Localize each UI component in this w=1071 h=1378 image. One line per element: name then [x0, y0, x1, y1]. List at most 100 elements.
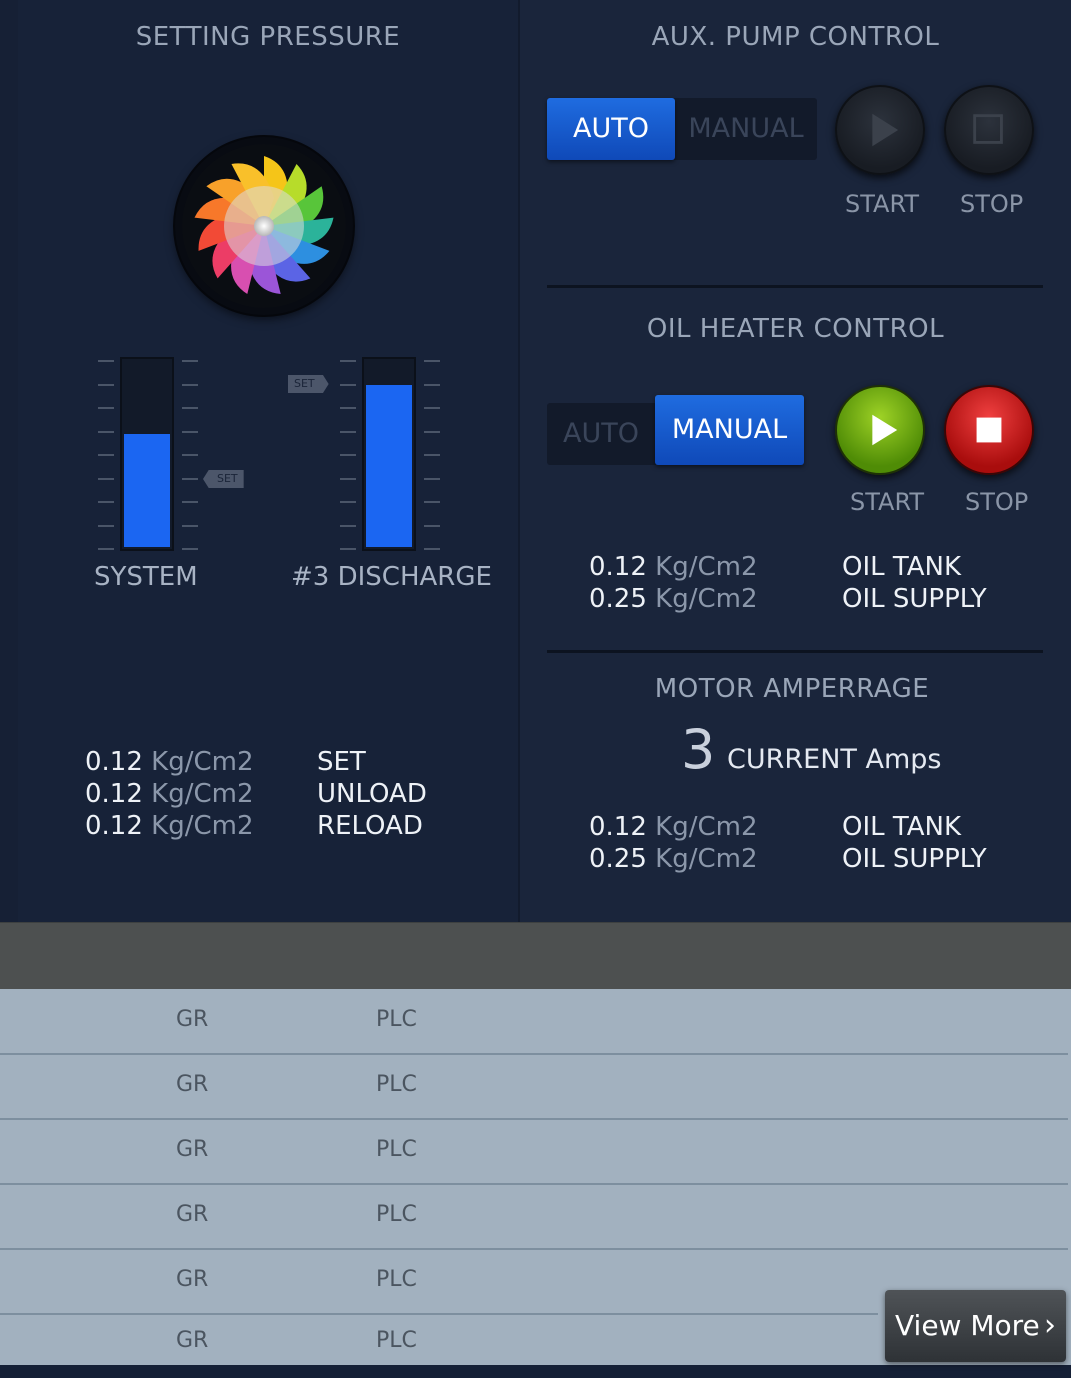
scale-tick: [98, 383, 114, 386]
scale-tick: [98, 548, 114, 550]
stop-icon: [976, 417, 1002, 443]
scale-tick: [424, 454, 440, 456]
section-divider: [547, 650, 1043, 653]
reading-row: 0.25 Kg/Cm2: [589, 843, 758, 875]
reading-value: 0.12: [85, 811, 143, 841]
table-row[interactable]: GR PLC: [0, 1249, 878, 1315]
table-row[interactable]: GR PLC: [0, 1119, 1068, 1185]
table-header: [0, 922, 1071, 990]
scale-tick: [424, 548, 440, 550]
aux-pump-start-button[interactable]: [835, 85, 925, 175]
table-cell: GR: [176, 1202, 209, 1227]
scale-tick: [182, 383, 198, 386]
scale-tick: [424, 383, 440, 386]
aux-pump-stop-label: STOP: [960, 190, 1024, 218]
section-divider: [547, 285, 1043, 288]
table-cell: PLC: [376, 1267, 417, 1292]
table-cell: GR: [176, 1072, 209, 1097]
reading-row: 0.12 Kg/Cm2: [85, 778, 254, 810]
aux-pump-auto-button[interactable]: AUTO: [547, 98, 675, 160]
reading-label: OIL TANK: [842, 812, 962, 842]
oil-heater-manual-button[interactable]: MANUAL: [655, 395, 804, 465]
system-set-marker: SET: [203, 470, 244, 488]
scale-tick: [98, 430, 114, 433]
current-amps-label: CURRENT Amps: [727, 744, 942, 775]
aux-pump-mode-toggle: AUTO MANUAL: [547, 98, 817, 160]
reading-row: 0.12 Kg/Cm2: [85, 746, 254, 778]
reading-row: 0.12 Kg/Cm2: [589, 811, 758, 843]
discharge-set-marker: SET: [288, 375, 329, 393]
motor-labels: OIL TANK OIL SUPPLY: [842, 811, 987, 875]
scale-tick: [98, 454, 114, 456]
scale-tick: [182, 477, 198, 480]
reading-unit: Kg/Cm2: [655, 844, 758, 874]
scale-tick: [340, 501, 356, 503]
scale-tick: [424, 360, 440, 362]
oil-heater-stop-label: STOP: [965, 488, 1029, 516]
discharge-scale-left: [340, 358, 356, 550]
reading-label: OIL TANK: [842, 552, 962, 582]
reading-unit: Kg/Cm2: [655, 552, 758, 582]
reading-value: 0.12: [85, 747, 143, 777]
scale-tick: [424, 407, 440, 409]
table-cell: PLC: [376, 1202, 417, 1227]
table-cell: PLC: [376, 1007, 417, 1032]
oil-heater-stop-button[interactable]: [944, 385, 1034, 475]
reading-value: 0.12: [589, 812, 647, 842]
table-row[interactable]: GR PLC: [0, 1184, 1068, 1250]
scale-tick: [340, 477, 356, 480]
reading-value: 0.25: [589, 584, 647, 614]
setting-readings: 0.12 Kg/Cm2 0.12 Kg/Cm2 0.12 Kg/Cm2: [85, 746, 254, 842]
scale-tick: [424, 430, 440, 433]
table-cell: GR: [176, 1328, 209, 1353]
scale-tick: [98, 360, 114, 362]
view-more-button[interactable]: View More ›: [885, 1290, 1066, 1362]
discharge-pressure-fill: [366, 385, 412, 547]
oil-heater-labels: OIL TANK OIL SUPPLY: [842, 551, 987, 615]
scale-tick: [424, 477, 440, 480]
table-row[interactable]: GR PLC: [0, 1054, 1068, 1120]
scale-tick: [340, 383, 356, 386]
scale-tick: [182, 524, 198, 527]
table-cell: PLC: [376, 1072, 417, 1097]
pressure-gauge-icon: [175, 137, 353, 315]
system-bar-label: SYSTEM: [94, 562, 198, 592]
discharge-scale-right: [424, 358, 440, 550]
system-pressure-fill: [124, 433, 170, 547]
oil-heater-auto-button[interactable]: AUTO: [547, 403, 655, 465]
table-cell: GR: [176, 1007, 209, 1032]
oil-heater-start-button[interactable]: [835, 385, 925, 475]
reading-unit: Kg/Cm2: [151, 747, 254, 777]
aux-pump-stop-button[interactable]: [944, 85, 1034, 175]
scale-tick: [340, 524, 356, 527]
reading-value: 0.25: [589, 844, 647, 874]
chevron-right-icon: ›: [1044, 1308, 1056, 1343]
table-row[interactable]: GR PLC: [0, 989, 1068, 1055]
scale-tick: [340, 430, 356, 433]
aux-pump-start-label: START: [845, 190, 920, 218]
scale-tick: [340, 548, 356, 550]
discharge-pressure-bar: [362, 357, 416, 551]
table-cell: GR: [176, 1267, 209, 1292]
stop-icon: [973, 114, 1003, 144]
reading-unit: Kg/Cm2: [655, 584, 758, 614]
scale-tick: [340, 407, 356, 409]
oil-heater-start-label: START: [850, 488, 925, 516]
oil-heater-mode-toggle: AUTO MANUAL: [547, 395, 804, 465]
scale-tick: [182, 501, 198, 503]
scale-tick: [98, 477, 114, 480]
system-scale-right: [182, 358, 198, 550]
motor-amperage-title: MOTOR AMPERRAGE: [654, 674, 930, 704]
scale-tick: [98, 407, 114, 409]
reading-label: UNLOAD: [317, 779, 427, 809]
discharge-bar-label: #3 DISCHARGE: [291, 562, 492, 592]
left-margin: [0, 0, 18, 922]
scale-tick: [340, 454, 356, 456]
reading-row: 0.12 Kg/Cm2: [85, 810, 254, 842]
reading-value: 0.12: [589, 552, 647, 582]
aux-pump-manual-button[interactable]: MANUAL: [675, 98, 817, 160]
reading-label: OIL SUPPLY: [842, 584, 987, 614]
reading-unit: Kg/Cm2: [655, 812, 758, 842]
table-cell: PLC: [376, 1328, 417, 1353]
aux-pump-title: AUX. PUMP CONTROL: [651, 22, 940, 52]
